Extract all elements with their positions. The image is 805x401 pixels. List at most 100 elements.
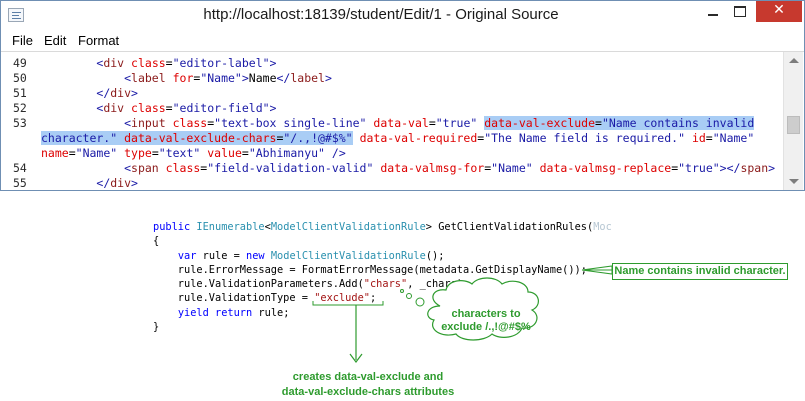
code-token: > (269, 101, 277, 115)
source-line-code: <input class = "text-box single-line" data… (41, 116, 755, 131)
source-text-area[interactable]: 49 <div class="editor-label"> 50 <label f… (1, 51, 804, 190)
code-token: </ (96, 176, 111, 190)
code-token: = (705, 131, 713, 145)
code-token: data-valmsg-replace (539, 161, 672, 175)
code-token: label (290, 71, 325, 85)
code-token: data-val-exclude-chars (124, 131, 277, 145)
source-line-code: </div> (41, 86, 138, 101)
code-token: "/.,!@#$%" (283, 131, 353, 145)
csharp-token: "chars" (363, 278, 408, 291)
code-token: "text" (158, 146, 201, 160)
attributes-note: creates data-val-exclude and data-val-ex… (268, 370, 468, 400)
code-token: data-valmsg-for (380, 161, 485, 175)
csharp-token: (); (425, 249, 445, 262)
code-token: > (241, 71, 249, 85)
code-token: = (595, 116, 602, 130)
code-token: class (172, 116, 208, 130)
close-icon: ✕ (773, 2, 785, 18)
source-line-code: character." data-val-exclude-chars = "/.,!… (41, 131, 754, 146)
menu-bar: File Edit Format (1, 31, 804, 51)
csharp-token: public (153, 221, 197, 233)
code-token: id (691, 131, 706, 145)
csharp-token: var (177, 249, 197, 262)
code-token: type (124, 146, 152, 160)
line-number: 49 (13, 56, 27, 70)
code-token: "field-validation-valid" (207, 161, 374, 175)
code-token: = (68, 146, 76, 160)
code-token: < (124, 161, 132, 175)
csharp-token (153, 307, 178, 319)
code-token: label (131, 71, 166, 85)
csharp-line: public IEnumerable<ModelClientValidation… (153, 220, 612, 234)
line-number: 54 (13, 161, 27, 175)
csharp-line: } (153, 320, 612, 334)
code-token: > (269, 56, 277, 70)
code-token: span (740, 161, 769, 175)
csharp-token: rule.ValidationParameters.Add( (153, 278, 364, 291)
csharp-line: rule.ErrorMessage = FormatErrorMessage(m… (153, 263, 612, 277)
source-line-code: </div> (41, 176, 138, 191)
minimize-button[interactable] (701, 1, 725, 22)
scroll-down-arrow-icon[interactable] (789, 179, 799, 184)
csharp-token: rule.ErrorMessage = FormatErrorMessage(m… (153, 263, 587, 276)
menu-format[interactable]: Format (78, 33, 119, 48)
code-token: = (165, 101, 173, 115)
csharp-token: ModelClientValidationRule (270, 221, 426, 233)
code-token: "Abhimanyu" (248, 146, 325, 160)
close-button[interactable]: ✕ (756, 1, 802, 22)
code-token: < (124, 71, 132, 85)
attributes-note-line-2: data-val-exclude-chars attributes (281, 386, 455, 398)
code-token: data-val-required (359, 131, 478, 145)
code-token: "editor-field" (172, 101, 270, 115)
code-token: > (131, 176, 138, 190)
code-token: </ (276, 71, 291, 85)
source-line-code: <label for="Name">Name</label> (41, 71, 332, 86)
view-source-window: http://localhost:18139/student/Edit/1 - … (0, 0, 805, 191)
csharp-token: rule = (196, 249, 247, 262)
code-token: value (207, 146, 242, 160)
code-token: = (165, 56, 173, 70)
csharp-token: IEnumerable (196, 221, 265, 233)
code-token: > (324, 71, 332, 85)
code-token: "Name" (75, 146, 118, 160)
code-token: < (124, 116, 132, 130)
code-token: name (41, 146, 69, 160)
scrollbar-thumb[interactable] (787, 116, 800, 134)
csharp-token: { (153, 235, 160, 248)
menu-file[interactable]: File (12, 33, 33, 48)
line-number: 50 (13, 71, 27, 85)
scroll-up-arrow-icon[interactable] (789, 58, 799, 63)
chars-cloud-line-1: characters to (451, 308, 521, 320)
code-token: "The Name field is required." (484, 131, 685, 145)
csharp-token: , _chars); (407, 278, 470, 291)
code-token: div (103, 101, 125, 115)
error-message-note: Name contains invalid character. (612, 263, 788, 280)
code-token: div (103, 56, 125, 70)
code-token: input (131, 116, 166, 130)
csharp-line: { (153, 234, 612, 248)
vertical-scrollbar[interactable] (783, 52, 803, 190)
csharp-token: ModelClientValidationRule (270, 249, 426, 262)
maximize-button[interactable] (727, 1, 751, 22)
line-number: 53 (13, 116, 27, 130)
code-token: for (172, 71, 194, 85)
csharp-token: ; (369, 292, 377, 305)
csharp-token: rule; (252, 306, 290, 319)
csharp-token: Moc (593, 221, 612, 233)
title-bar[interactable]: http://localhost:18139/student/Edit/1 - … (1, 1, 804, 31)
down-arrow-head-icon (349, 353, 363, 363)
code-token: </ (96, 86, 111, 100)
code-token: = (151, 146, 159, 160)
code-token: "text-box single-line" (214, 116, 367, 130)
window-title: http://localhost:18139/student/Edit/1 - … (203, 6, 559, 23)
menu-edit[interactable]: Edit (44, 33, 66, 48)
